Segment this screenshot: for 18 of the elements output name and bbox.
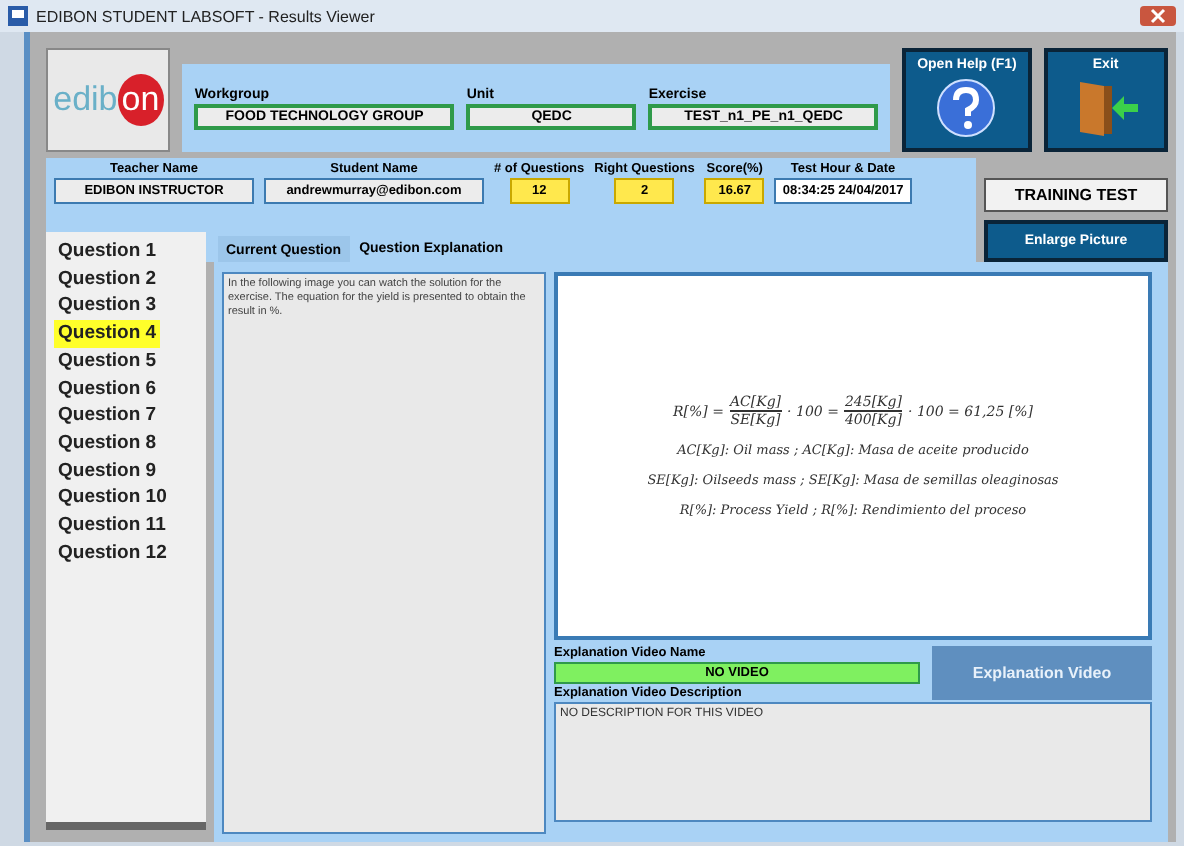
question-item[interactable]: Question 6 [54, 375, 161, 403]
question-item[interactable]: Question 12 [54, 539, 171, 567]
question-item[interactable]: Question 10 [54, 484, 171, 513]
app-icon [8, 6, 28, 26]
question-item[interactable]: Question 2 [54, 265, 161, 293]
close-icon[interactable] [1140, 6, 1176, 26]
question-item[interactable]: Question 9 [54, 457, 161, 485]
question-item[interactable]: Question 11 [54, 512, 170, 540]
question-item[interactable]: Question 1 [54, 238, 161, 266]
question-item[interactable]: Question 8 [54, 429, 161, 458]
window-title: EDIBON STUDENT LABSOFT - Results Viewer [36, 7, 377, 25]
question-item[interactable]: Question 3 [54, 292, 161, 321]
question-item[interactable]: Question 7 [54, 402, 161, 430]
question-item[interactable]: Question 5 [54, 347, 161, 376]
edibon-logo: edib on [46, 48, 171, 152]
question-item[interactable]: Question 4 [54, 320, 161, 348]
question-mark-icon [936, 78, 997, 138]
training-test-button[interactable]: TRAINING TEST [984, 178, 1168, 212]
